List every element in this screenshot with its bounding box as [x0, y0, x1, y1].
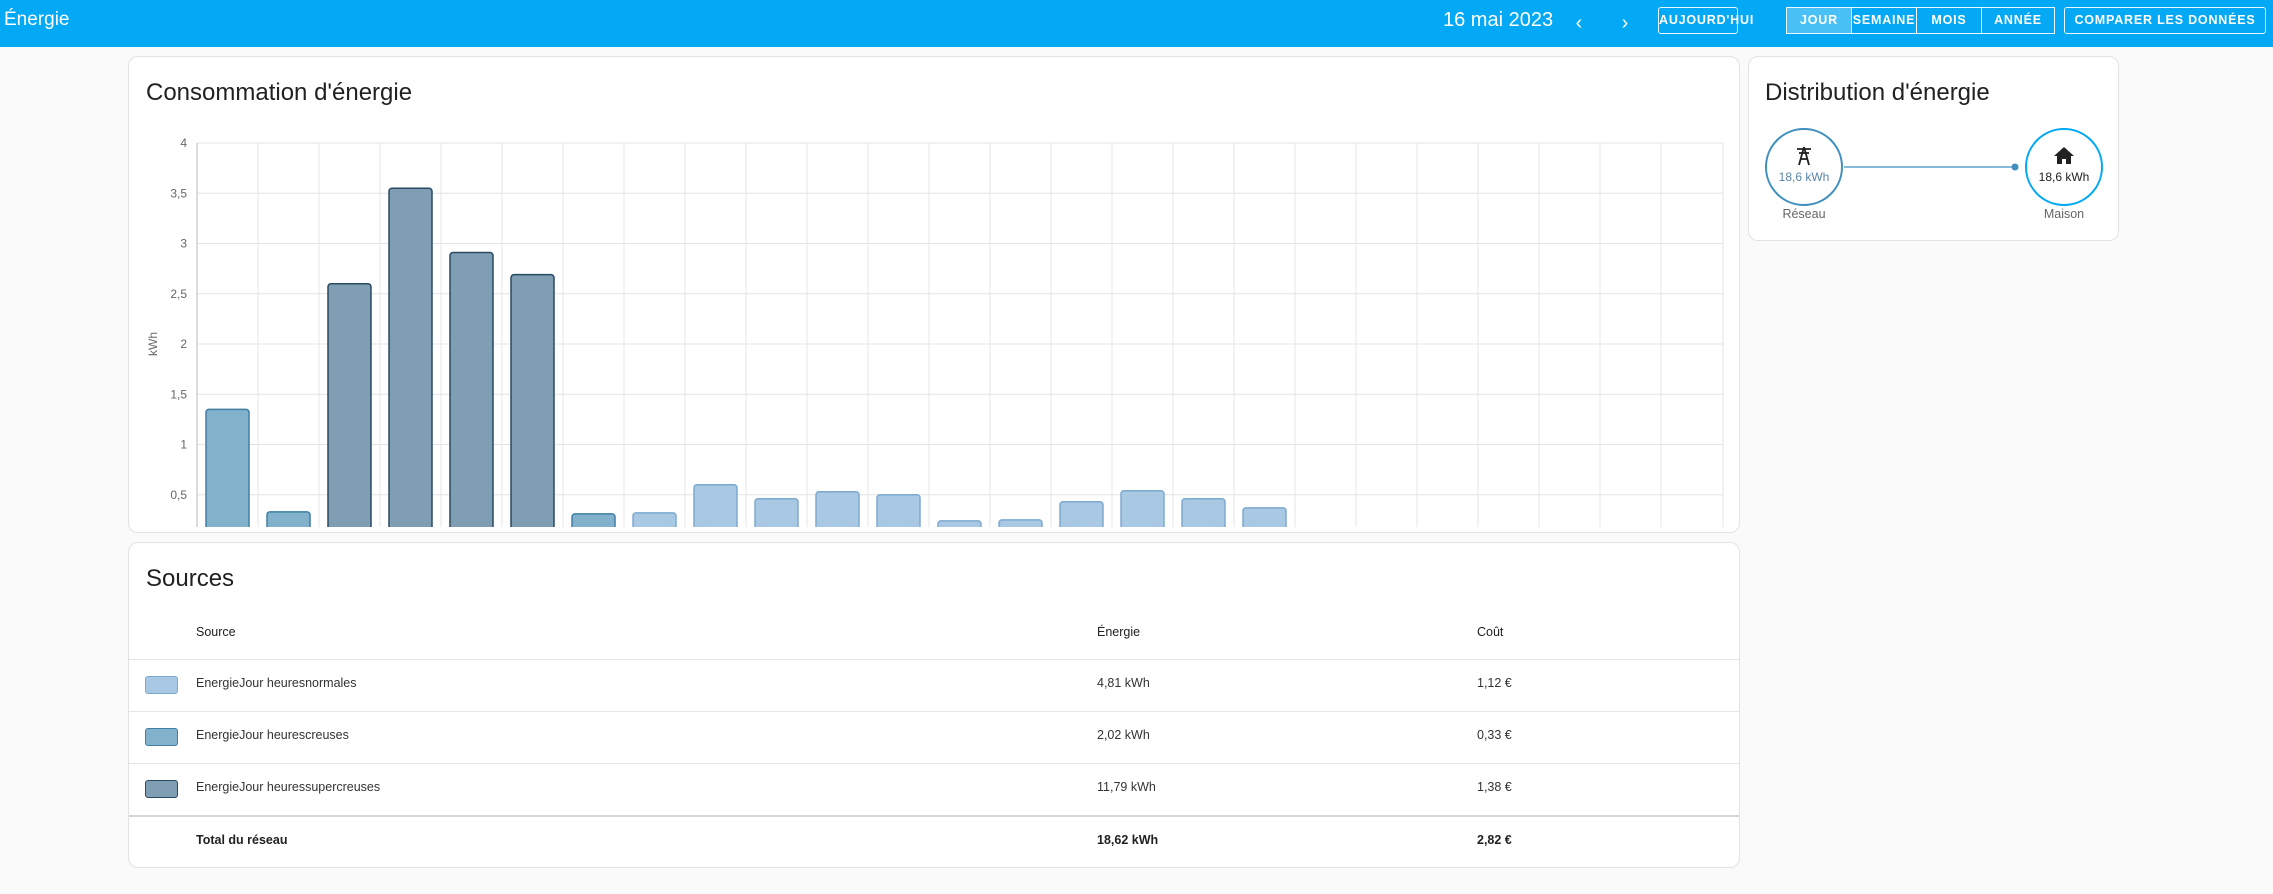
grid-node-circle	[1765, 128, 1843, 206]
sources-table-card: Sources Source Énergie Coût EnergieJour …	[128, 542, 1740, 868]
source-name: EnergieJour heuresnormales	[196, 676, 357, 690]
page-title: Énergie	[4, 9, 70, 30]
table-row: EnergieJour heuressupercreuses 11,79 kWh…	[129, 763, 1739, 815]
y-axis-label: kWh	[146, 332, 160, 356]
home-label: Maison	[2043, 207, 2085, 221]
total-cost: 2,82 €	[1477, 833, 1512, 847]
bar	[754, 498, 799, 527]
today-button[interactable]: AUJOURD'HUI	[1658, 7, 1753, 34]
table-row: EnergieJour heuresnormales 4,81 kWh 1,12…	[129, 659, 1739, 711]
date-label: 16 mai 2023	[1443, 9, 1554, 31]
top-app-bar: Énergie 16 mai 2023 ‹ › AUJOURD'HUI JOUR…	[0, 0, 2273, 47]
source-cost: 1,38 €	[1477, 780, 1512, 794]
bar	[571, 513, 616, 527]
period-month-button[interactable]: MOIS	[1916, 7, 1982, 34]
bar	[510, 273, 555, 527]
y-tick-label: 3	[180, 237, 187, 251]
period-week-button[interactable]: SEMAINE	[1851, 7, 1917, 34]
source-name: EnergieJour heuressupercreuses	[196, 780, 381, 794]
source-name: EnergieJour heurescreuses	[196, 728, 349, 742]
grid-value: 18,6 kWh	[1778, 170, 1830, 184]
source-cost: 1,12 €	[1477, 676, 1512, 690]
y-tick-label: 3,5	[170, 186, 187, 200]
previous-period-button[interactable]: ‹	[1565, 9, 1593, 37]
y-tick-label: 2,5	[170, 287, 187, 301]
bar	[937, 520, 982, 527]
bar	[388, 187, 433, 527]
bar	[1181, 498, 1226, 527]
y-tick-label: 2	[180, 337, 187, 351]
home-node-circle	[2025, 128, 2103, 206]
home-value: 18,6 kWh	[2038, 170, 2090, 184]
bar	[998, 519, 1043, 527]
bar	[693, 483, 738, 527]
bar	[815, 490, 860, 527]
table-row: EnergieJour heurescreuses 2,02 kWh 0,33 …	[129, 711, 1739, 763]
source-energy: 11,79 kWh	[1097, 780, 1156, 794]
bar	[1059, 501, 1104, 527]
column-header-source: Source	[196, 625, 236, 639]
y-tick-label: 1,5	[170, 387, 187, 401]
compare-data-button[interactable]: COMPARER LES DONNÉES	[2064, 7, 2266, 34]
column-header-energy: Énergie	[1097, 625, 1141, 639]
flow-dot	[2011, 163, 2019, 171]
source-energy: 4,81 kWh	[1097, 676, 1150, 690]
total-label: Total du réseau	[196, 833, 288, 847]
bar	[266, 511, 311, 527]
period-year-button[interactable]: ANNÉE	[1981, 7, 2055, 34]
source-cost: 0,33 €	[1477, 728, 1512, 742]
y-tick-label: 4	[180, 136, 187, 150]
y-tick-label: 1	[180, 438, 187, 452]
source-color-swatch	[145, 728, 178, 746]
period-day-button[interactable]: JOUR	[1786, 7, 1852, 34]
grid-label: Réseau	[1782, 207, 1826, 221]
source-color-swatch	[145, 676, 178, 694]
source-energy: 2,02 kWh	[1097, 728, 1150, 742]
bar	[449, 251, 494, 527]
chevron-right-icon: ›	[1621, 12, 1629, 34]
bar	[1120, 489, 1165, 527]
bar	[205, 408, 250, 527]
total-row: Total du réseau 18,62 kWh 2,82 €	[129, 816, 1739, 868]
total-energy: 18,62 kWh	[1097, 833, 1159, 847]
y-tick-label: 0,5	[170, 488, 187, 502]
bar	[1242, 507, 1287, 527]
column-header-cost: Coût	[1477, 625, 1504, 639]
energy-distribution-card: Distribution d'énergie 18,6 kWh 18,6 kWh…	[1748, 56, 2119, 241]
bar	[876, 494, 921, 527]
bar	[632, 512, 677, 527]
energy-usage-card: Consommation d'énergie 00,511,522,533,54…	[128, 56, 1740, 533]
bar	[327, 282, 372, 527]
next-period-button[interactable]: ›	[1611, 9, 1639, 37]
energy-usage-chart: 00,511,522,533,54kWh0:001:002:003:004:00…	[146, 136, 1724, 527]
sources-title: Sources	[146, 565, 235, 592]
source-color-swatch	[145, 780, 178, 798]
chevron-left-icon: ‹	[1575, 12, 1583, 34]
